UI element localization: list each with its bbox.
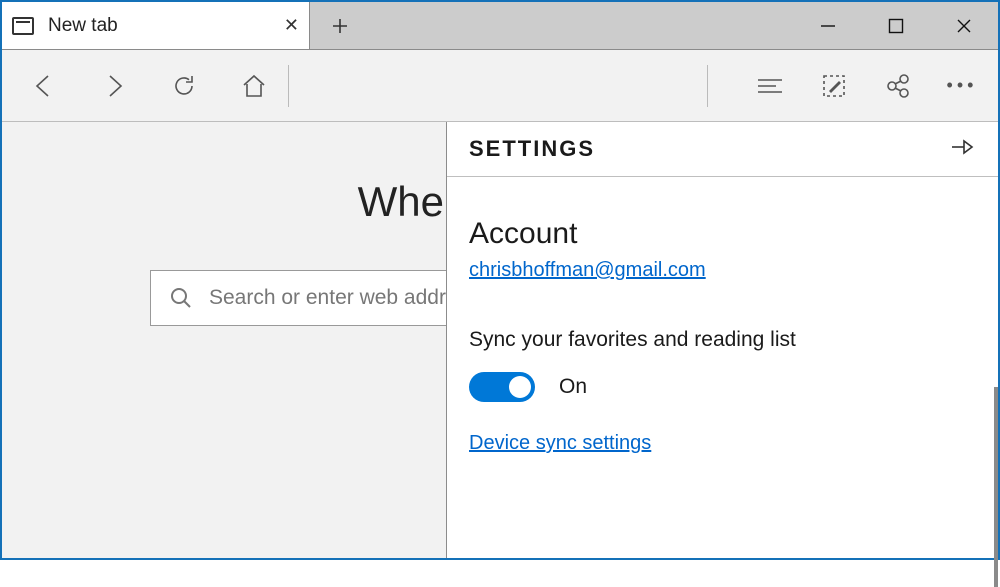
- home-button[interactable]: [236, 68, 272, 104]
- maximize-button[interactable]: [862, 2, 930, 50]
- search-placeholder: Search or enter web address: [209, 286, 479, 310]
- toolbar-right: •••: [691, 65, 988, 107]
- search-icon: [169, 286, 193, 310]
- separator: [707, 65, 708, 107]
- minimize-button[interactable]: [794, 2, 862, 50]
- device-sync-link[interactable]: Device sync settings: [469, 432, 651, 455]
- refresh-button[interactable]: [166, 68, 202, 104]
- newtab-favicon: [12, 17, 34, 35]
- settings-header: SETTINGS: [447, 122, 998, 177]
- back-button[interactable]: [26, 68, 62, 104]
- settings-title: SETTINGS: [469, 136, 595, 162]
- web-notes-button[interactable]: [816, 68, 852, 104]
- account-email-link[interactable]: chrisbhoffman@gmail.com: [469, 259, 706, 281]
- settings-body: Account chrisbhoffman@gmail.com Sync you…: [447, 177, 998, 558]
- toolbar: •••: [2, 50, 998, 122]
- sync-label: Sync your favorites and reading list: [469, 328, 976, 352]
- sync-toggle-state: On: [559, 375, 587, 399]
- more-button[interactable]: •••: [944, 68, 980, 104]
- window-controls: [794, 2, 998, 49]
- browser-tab[interactable]: New tab ✕: [2, 2, 310, 49]
- sync-toggle-row: On: [469, 372, 976, 402]
- close-tab-button[interactable]: ✕: [284, 15, 299, 36]
- tab-strip: New tab ✕: [2, 2, 998, 50]
- sync-toggle[interactable]: [469, 372, 535, 402]
- close-window-button[interactable]: [930, 2, 998, 50]
- hub-button[interactable]: [752, 68, 788, 104]
- toggle-knob: [509, 376, 531, 398]
- new-tab-button[interactable]: [310, 2, 370, 49]
- scrollbar[interactable]: [994, 387, 998, 587]
- nav-group: [12, 68, 272, 104]
- share-button[interactable]: [880, 68, 916, 104]
- content-area: Where to next? Search or enter web addre…: [2, 122, 998, 558]
- forward-button[interactable]: [96, 68, 132, 104]
- account-section-title: Account: [469, 217, 976, 251]
- more-icon: •••: [947, 75, 978, 96]
- settings-panel: SETTINGS Account chrisbhoffman@gmail.com…: [446, 122, 998, 558]
- pin-button[interactable]: [950, 137, 976, 162]
- tab-title: New tab: [48, 15, 118, 37]
- separator: [288, 65, 289, 107]
